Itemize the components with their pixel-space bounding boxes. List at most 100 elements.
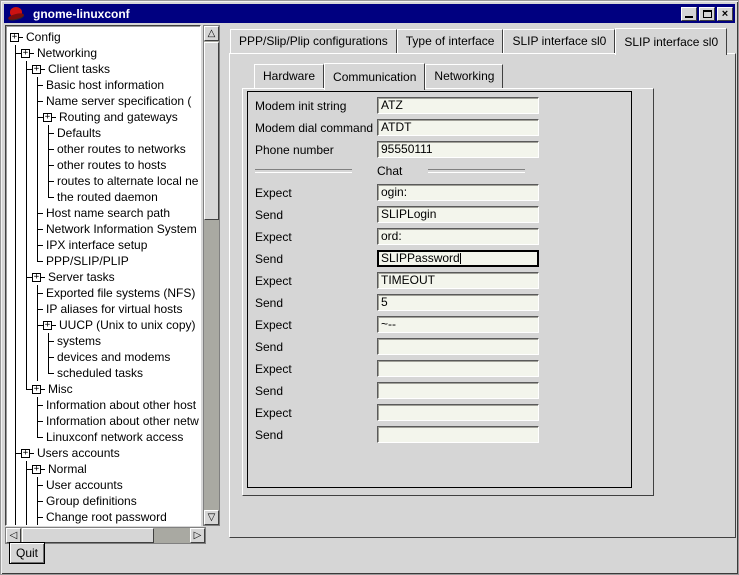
tree-line: [32, 125, 43, 141]
quit-button[interactable]: Quit: [9, 542, 45, 564]
tree-line: [10, 77, 21, 93]
field-label: Send: [255, 296, 377, 310]
expand-icon[interactable]: +: [21, 449, 30, 458]
tree-item[interactable]: Information about other host: [10, 397, 200, 413]
scroll-right-icon[interactable]: ▷: [190, 528, 205, 543]
tree-item[interactable]: +Users accounts: [10, 445, 200, 461]
modem-dial-command-input[interactable]: ATDT: [377, 119, 539, 136]
tree-vertical-scrollbar[interactable]: △ ▽: [203, 25, 220, 526]
send-input[interactable]: [377, 382, 539, 399]
interface-tab[interactable]: SLIP interface sl0: [503, 29, 615, 53]
tree-item[interactable]: other routes to hosts: [10, 157, 200, 173]
tree-item-label: routes to alternate local ne: [54, 174, 198, 188]
field-label: Send: [255, 340, 377, 354]
field-label: Send: [255, 428, 377, 442]
minimize-button[interactable]: [681, 7, 697, 21]
tree-item[interactable]: Defaults: [10, 125, 200, 141]
tree-item[interactable]: systems: [10, 333, 200, 349]
field-label: Send: [255, 384, 377, 398]
titlebar[interactable]: gnome-linuxconf ×: [4, 4, 735, 23]
minimize-icon: [685, 16, 693, 18]
tree-item[interactable]: +Networking: [10, 45, 200, 61]
expand-icon[interactable]: +: [10, 33, 19, 42]
expect-input[interactable]: ~--: [377, 316, 539, 333]
interface-tab[interactable]: SLIP interface sl0: [615, 28, 727, 55]
field-label: Phone number: [255, 143, 377, 157]
tree-line: [32, 189, 43, 205]
tree-item[interactable]: Linuxconf network access: [10, 429, 200, 445]
send-input[interactable]: SLIPLogin: [377, 206, 539, 223]
tree-item[interactable]: Host name search path: [10, 205, 200, 221]
tree-item[interactable]: PPP/SLIP/PLIP: [10, 253, 200, 269]
tree-item[interactable]: +Client tasks: [10, 61, 200, 77]
tree-item[interactable]: Information about other netw: [10, 413, 200, 429]
send-input[interactable]: SLIPPassword: [377, 250, 539, 267]
tree-line: [32, 253, 43, 269]
tree-item[interactable]: +Normal: [10, 461, 200, 477]
expand-icon[interactable]: +: [43, 113, 52, 122]
tree-item[interactable]: IPX interface setup: [10, 237, 200, 253]
tree-item[interactable]: Network Information System: [10, 221, 200, 237]
horizontal-scrollbar-thumb[interactable]: [22, 528, 154, 543]
expand-icon[interactable]: +: [21, 49, 30, 58]
expand-icon[interactable]: +: [43, 321, 52, 330]
tree-item[interactable]: IP aliases for virtual hosts: [10, 301, 200, 317]
tree-line: [21, 477, 32, 493]
tree-item[interactable]: scheduled tasks: [10, 365, 200, 381]
outer-tab-bar: PPP/Slip/Plip configurationsType of inte…: [230, 25, 727, 53]
tree-item[interactable]: +Server tasks: [10, 269, 200, 285]
tree-item[interactable]: Name server specification (: [10, 93, 200, 109]
tree-item[interactable]: User accounts: [10, 477, 200, 493]
expect-input[interactable]: TIMEOUT: [377, 272, 539, 289]
expect-input[interactable]: ord:: [377, 228, 539, 245]
tree-item[interactable]: Exported file systems (NFS): [10, 285, 200, 301]
scroll-down-icon[interactable]: ▽: [204, 510, 219, 525]
interface-tab[interactable]: Type of interface: [397, 29, 504, 53]
section-tab[interactable]: Networking: [425, 64, 503, 88]
expand-icon[interactable]: +: [32, 465, 41, 474]
field-label: Expect: [255, 274, 377, 288]
tree-item[interactable]: the routed daemon: [10, 189, 200, 205]
tree-line: [21, 461, 32, 477]
expect-input[interactable]: ogin:: [377, 184, 539, 201]
expand-icon[interactable]: +: [32, 385, 41, 394]
close-button[interactable]: ×: [717, 7, 733, 21]
tree-line: [10, 317, 21, 333]
tree-line: [10, 237, 21, 253]
expand-icon[interactable]: +: [32, 273, 41, 282]
scroll-up-icon[interactable]: △: [204, 26, 219, 41]
tree-item[interactable]: Change root password: [10, 509, 200, 525]
maximize-button[interactable]: [699, 7, 715, 21]
tree-item[interactable]: devices and modems: [10, 349, 200, 365]
tree-item[interactable]: +Config: [10, 29, 200, 45]
tree-item[interactable]: Group definitions: [10, 493, 200, 509]
expect-input[interactable]: [377, 360, 539, 377]
inner-tab-bar: HardwareCommunicationNetworking: [254, 61, 503, 88]
tree-line: [10, 125, 21, 141]
interface-tab[interactable]: PPP/Slip/Plip configurations: [230, 29, 397, 53]
tree-line: [32, 317, 43, 333]
tree-item[interactable]: +Misc: [10, 381, 200, 397]
send-input[interactable]: 5: [377, 294, 539, 311]
tree-item[interactable]: +Routing and gateways: [10, 109, 200, 125]
tree-item[interactable]: routes to alternate local ne: [10, 173, 200, 189]
tree-item[interactable]: +UUCP (Unix to unix copy): [10, 317, 200, 333]
send-input[interactable]: [377, 338, 539, 355]
tree-line: [10, 429, 21, 445]
section-tab[interactable]: Hardware: [254, 64, 324, 88]
section-tab[interactable]: Communication: [324, 63, 425, 90]
redhat-logo-icon: [8, 7, 24, 21]
phone-number-input[interactable]: 95550111: [377, 141, 539, 158]
expect-input[interactable]: [377, 404, 539, 421]
expand-icon[interactable]: +: [32, 65, 41, 74]
modem-init-string-input[interactable]: ATZ: [377, 97, 539, 114]
tree-line: [43, 349, 54, 365]
tree-item[interactable]: Basic host information: [10, 77, 200, 93]
config-tree[interactable]: +Config+Networking+Client tasksBasic hos…: [5, 25, 201, 526]
send-input[interactable]: [377, 426, 539, 443]
vertical-scrollbar-thumb[interactable]: [204, 42, 219, 220]
tree-item[interactable]: other routes to networks: [10, 141, 200, 157]
scroll-left-icon[interactable]: ◁: [6, 528, 21, 543]
tree-line: [10, 349, 21, 365]
tree-line: [43, 189, 54, 205]
